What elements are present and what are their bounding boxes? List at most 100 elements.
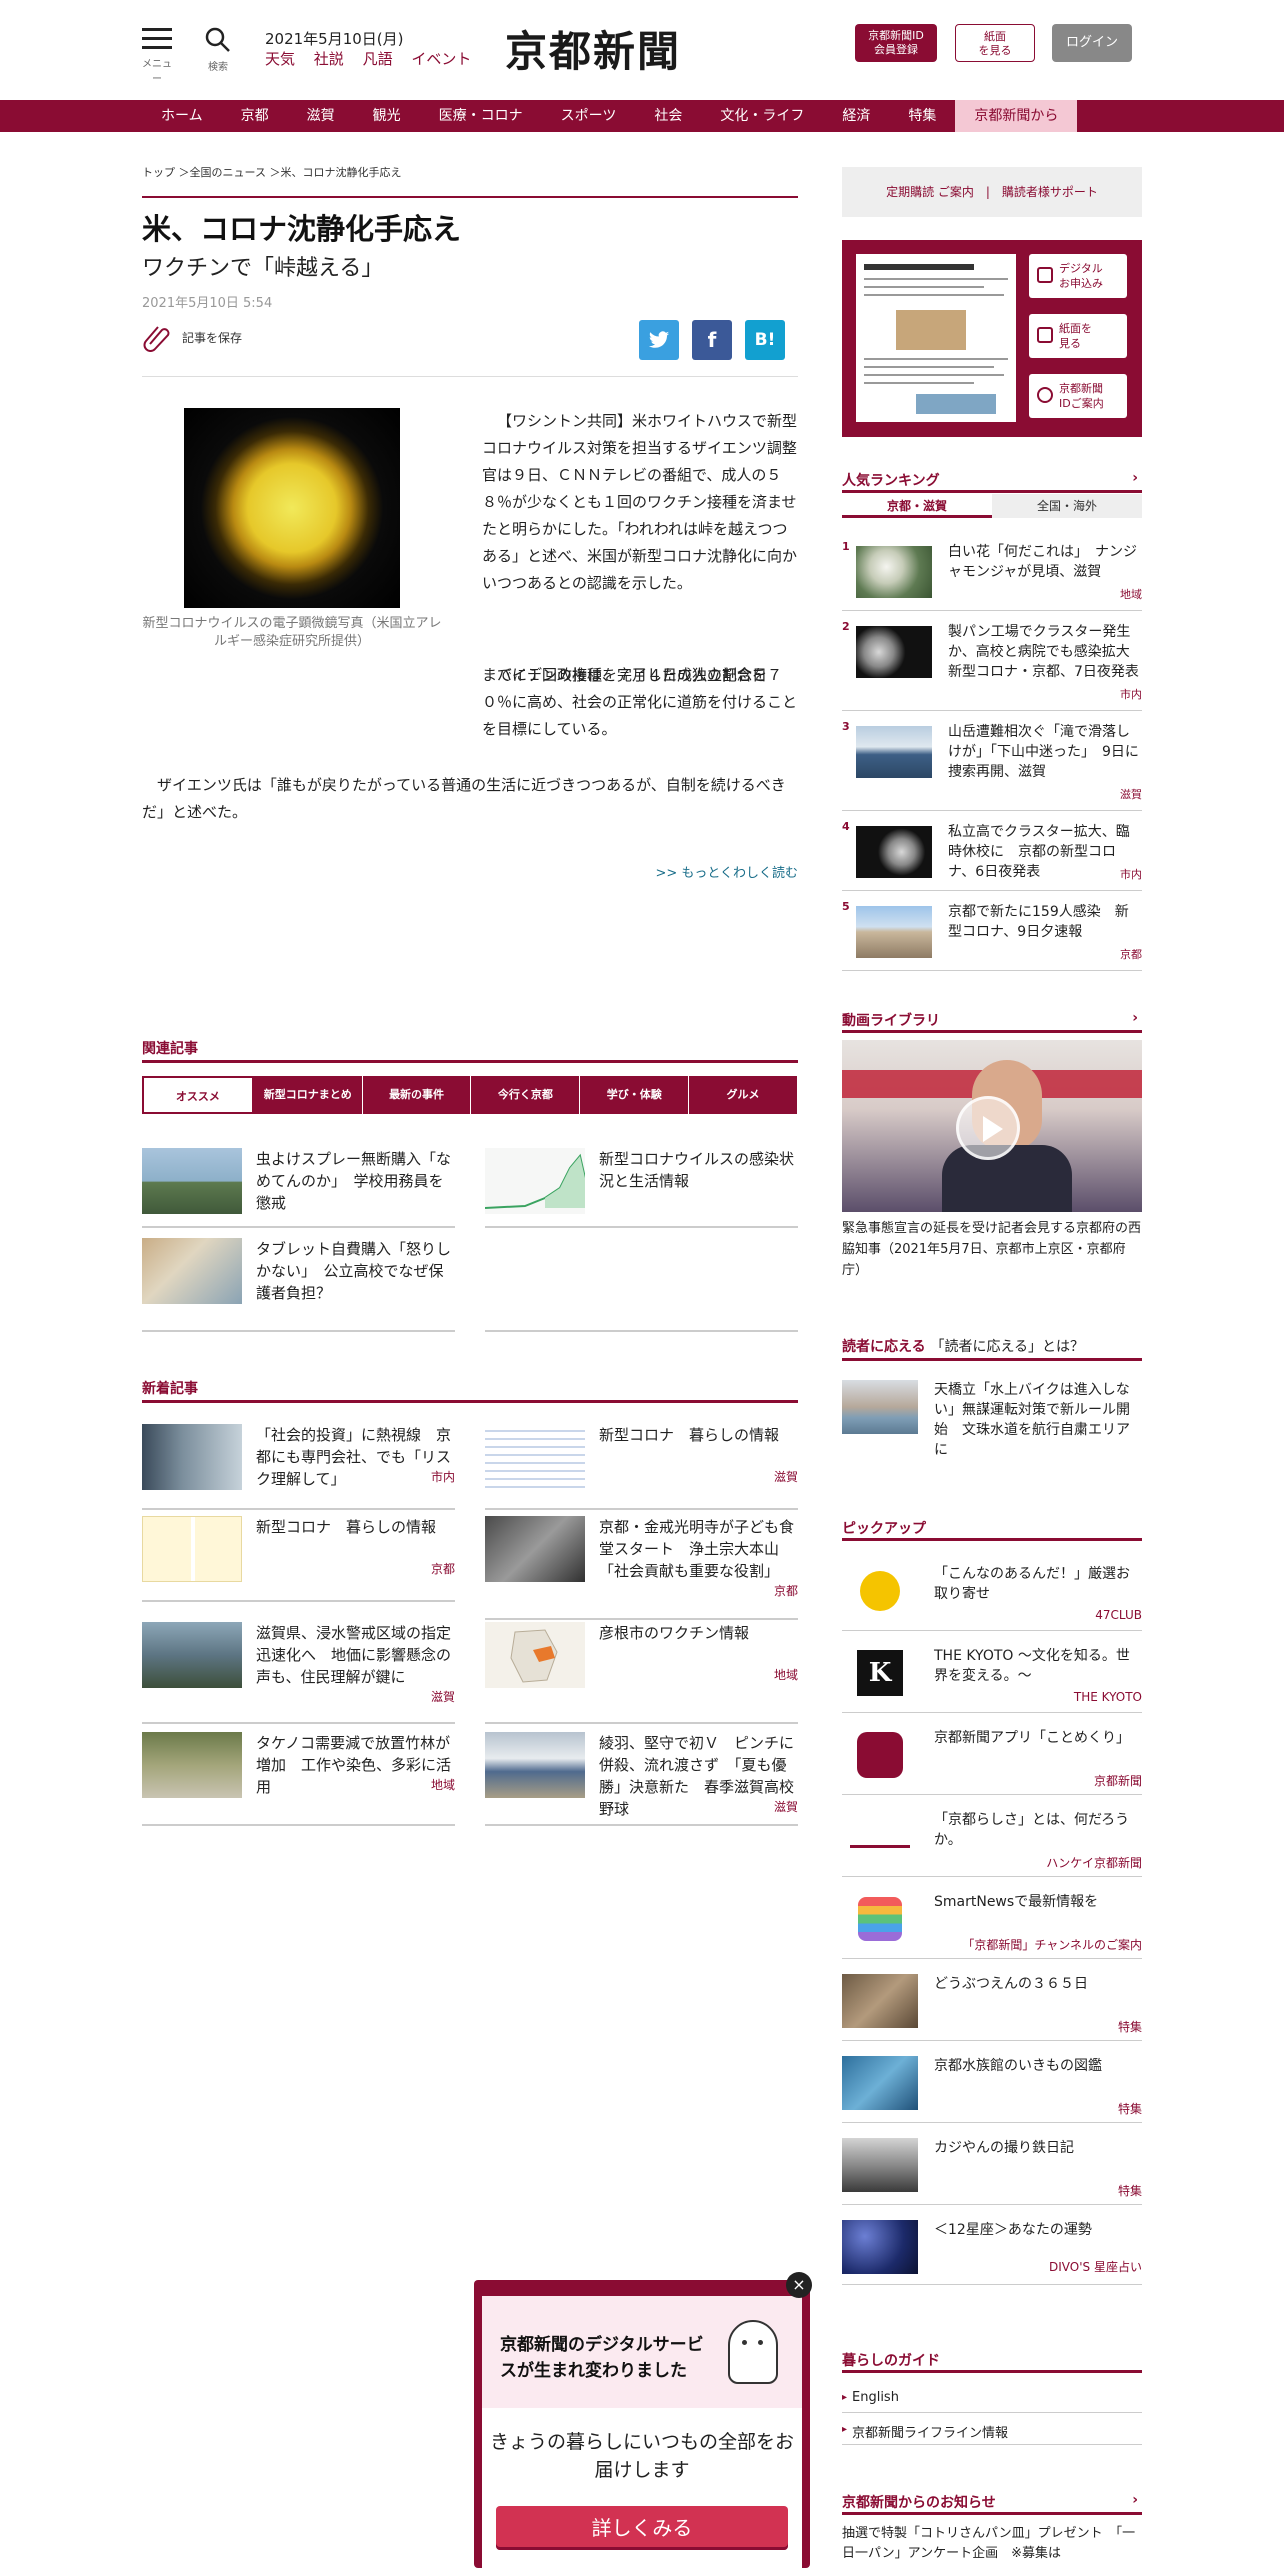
chevron-right-icon: › xyxy=(1132,470,1138,486)
item-title: SmartNewsで最新情報を xyxy=(934,1894,1099,1910)
search-button[interactable]: 検索 xyxy=(200,26,236,73)
item-title: 京都・金戒光明寺が子ども食堂スタート 浄土宗大本山「社会貢献も重要な役割」 xyxy=(599,1518,795,1580)
nav-shiga[interactable]: 滋賀 xyxy=(288,100,354,132)
divider xyxy=(842,2444,1142,2445)
item-tag: 滋賀 xyxy=(773,1470,798,1484)
notice-item[interactable]: 抽選で特製「コトリさんパン皿」プレゼント 「一日一パン」アンケート企画 ※募集は xyxy=(842,2524,1142,2564)
chart-thumb-icon xyxy=(484,1153,586,1209)
item-title: 「こんなのあるんだ！」厳選お取り寄せ xyxy=(934,1566,1130,1602)
tab-kyoto-now[interactable]: 今行く京都 xyxy=(471,1076,581,1114)
smartnews-icon xyxy=(842,1892,918,1946)
facebook-share-button[interactable]: f xyxy=(692,320,732,360)
ranking-tabs: 京都・滋賀 全国・海外 xyxy=(842,494,1142,518)
divider xyxy=(842,2040,1142,2041)
read-more-link[interactable]: >> もっとくわしく読む xyxy=(655,862,798,881)
breadcrumb[interactable]: トップ ＞全国のニュース ＞米、コロナ沈静化手応え xyxy=(142,164,401,180)
tab-gourmet[interactable]: グルメ xyxy=(689,1076,798,1114)
tablet-icon xyxy=(1037,267,1053,283)
tab-corona-summary[interactable]: 新型コロナまとめ xyxy=(254,1076,363,1114)
related-rule xyxy=(142,1060,798,1063)
editorial-link[interactable]: 社説 xyxy=(314,50,344,68)
twitter-icon xyxy=(648,331,670,348)
nav-tourism[interactable]: 観光 xyxy=(354,100,420,132)
hatena-bookmark-button[interactable]: B! xyxy=(745,320,785,360)
article-photo[interactable] xyxy=(184,408,400,608)
video-rule xyxy=(842,1030,1142,1033)
reader-rule xyxy=(842,1358,1142,1361)
thumbnail xyxy=(485,1732,585,1798)
weather-link[interactable]: 天気 xyxy=(265,50,295,68)
id-info-button[interactable]: 京都新聞 IDご案内 xyxy=(1029,374,1127,418)
learn-more-button[interactable]: 詳しくみる xyxy=(496,2506,788,2550)
item-title: どうぶつえんの３６５日 xyxy=(934,1976,1088,1992)
notice-title[interactable]: 京都新聞からのお知らせ › xyxy=(842,2492,1142,2512)
nav-economy[interactable]: 経済 xyxy=(823,100,889,132)
divider xyxy=(142,376,798,377)
nav-medical[interactable]: 医療・コロナ xyxy=(420,100,542,132)
mascot-icon xyxy=(728,2320,778,2384)
view-paper-side-button[interactable]: 紙面を 見る xyxy=(1029,314,1127,358)
nav-kyoto[interactable]: 京都 xyxy=(222,100,288,132)
nav-culture[interactable]: 文化・ライフ xyxy=(701,100,823,132)
item-tag: 地域 xyxy=(773,1668,798,1682)
twitter-share-button[interactable] xyxy=(639,320,679,360)
nav-society[interactable]: 社会 xyxy=(635,100,701,132)
thumbnail xyxy=(142,1238,242,1304)
tab-learning[interactable]: 学び・体験 xyxy=(580,1076,690,1114)
ranking-title[interactable]: 人気ランキング › xyxy=(842,470,1142,490)
digital-subscribe-button[interactable]: デジタル お申込み xyxy=(1029,254,1127,298)
newspaper-front-page[interactable] xyxy=(856,254,1016,422)
bongo-link[interactable]: 凡語 xyxy=(363,50,393,68)
guide-lifeline[interactable]: 京都新聞ライフライン情報 xyxy=(842,2422,1142,2441)
event-link[interactable]: イベント xyxy=(411,50,471,68)
play-icon[interactable] xyxy=(956,1096,1020,1160)
divider xyxy=(842,710,1142,711)
article-text-2b: までに１回の接種を完了した成人の割合を７０％に高め、社会の正常化に道筋を付けるこ… xyxy=(482,666,798,738)
divider xyxy=(142,1226,455,1228)
menu-label: メニュー xyxy=(142,59,172,85)
nav-special[interactable]: 特集 xyxy=(889,100,955,132)
the-kyoto-logo: K xyxy=(842,1646,918,1700)
item-tag: THE KYOTO xyxy=(1073,1690,1142,1704)
article-paragraph-3: ザイエンツ氏は「誰もが戻りたがっている普通の生活に近づきつつあるが、自制を続ける… xyxy=(142,776,786,821)
nav-sports[interactable]: スポーツ xyxy=(542,100,636,132)
rank-number: 2 xyxy=(842,620,850,633)
login-button[interactable]: ログイン xyxy=(1052,24,1132,62)
tab-latest-incidents[interactable]: 最新の事件 xyxy=(363,1076,472,1114)
reader-section-title[interactable]: 読者に応える 「読者に応える」とは？ xyxy=(842,1336,1142,1356)
page-subtitle: ワクチンで「峠越える」 xyxy=(142,256,384,281)
close-icon[interactable]: × xyxy=(786,2272,812,2298)
view-paper-label: 紙面 を見る xyxy=(978,30,1012,57)
pickup-title: ピックアップ xyxy=(842,1521,926,1537)
guide-english[interactable]: English xyxy=(842,2390,1142,2405)
thumbnail xyxy=(142,1622,242,1688)
thumbnail xyxy=(485,1424,585,1490)
item-tag: 京都 xyxy=(773,1584,798,1598)
reader-about-link[interactable]: 「読者に応える」とは？ xyxy=(930,1339,1084,1355)
video-library-title[interactable]: 動画ライブラリ › xyxy=(842,1010,1142,1030)
nav-from-kyoto-np[interactable]: 京都新聞から xyxy=(955,100,1078,132)
related-tabs: オススメ 新型コロナまとめ 最新の事件 今行く京都 学び・体験 グルメ xyxy=(142,1076,798,1114)
title-divider xyxy=(142,196,798,198)
save-article-button[interactable]: 記事を保存 xyxy=(142,322,242,352)
id-register-button[interactable]: 京都新聞ID 会員登録 xyxy=(855,24,937,62)
ranking-title-text: 人気ランキング xyxy=(842,473,940,489)
item-title: 天橋立「水上バイクは進入しない」無謀運転対策で新ルール開始 文珠水道を航行自粛エ… xyxy=(934,1382,1130,1458)
video-player[interactable] xyxy=(842,1040,1142,1212)
hamburger-icon xyxy=(140,28,174,49)
rank-number: 3 xyxy=(842,720,850,733)
tab-kyoto-shiga[interactable]: 京都・滋賀 xyxy=(842,494,992,518)
view-paper-side-label: 紙面を 見る xyxy=(1059,322,1092,350)
nav-home[interactable]: ホーム xyxy=(142,100,222,132)
paper-promo: デジタル お申込み 紙面を 見る 京都新聞 IDご案内 xyxy=(842,240,1142,437)
search-icon xyxy=(205,27,230,52)
thumbnail xyxy=(142,1148,242,1214)
site-logo[interactable]: 京都新聞 xyxy=(505,18,681,79)
view-paper-button[interactable]: 紙面 を見る xyxy=(955,24,1035,62)
menu-button[interactable]: メニュー xyxy=(140,28,174,85)
subscription-links[interactable]: 定期購読 ご案内 | 購読者様サポート xyxy=(842,167,1142,217)
divider xyxy=(485,1330,798,1332)
tab-national-overseas[interactable]: 全国・海外 xyxy=(992,494,1142,518)
thumbnail xyxy=(842,2220,918,2274)
tab-recommend[interactable]: オススメ xyxy=(142,1076,254,1114)
